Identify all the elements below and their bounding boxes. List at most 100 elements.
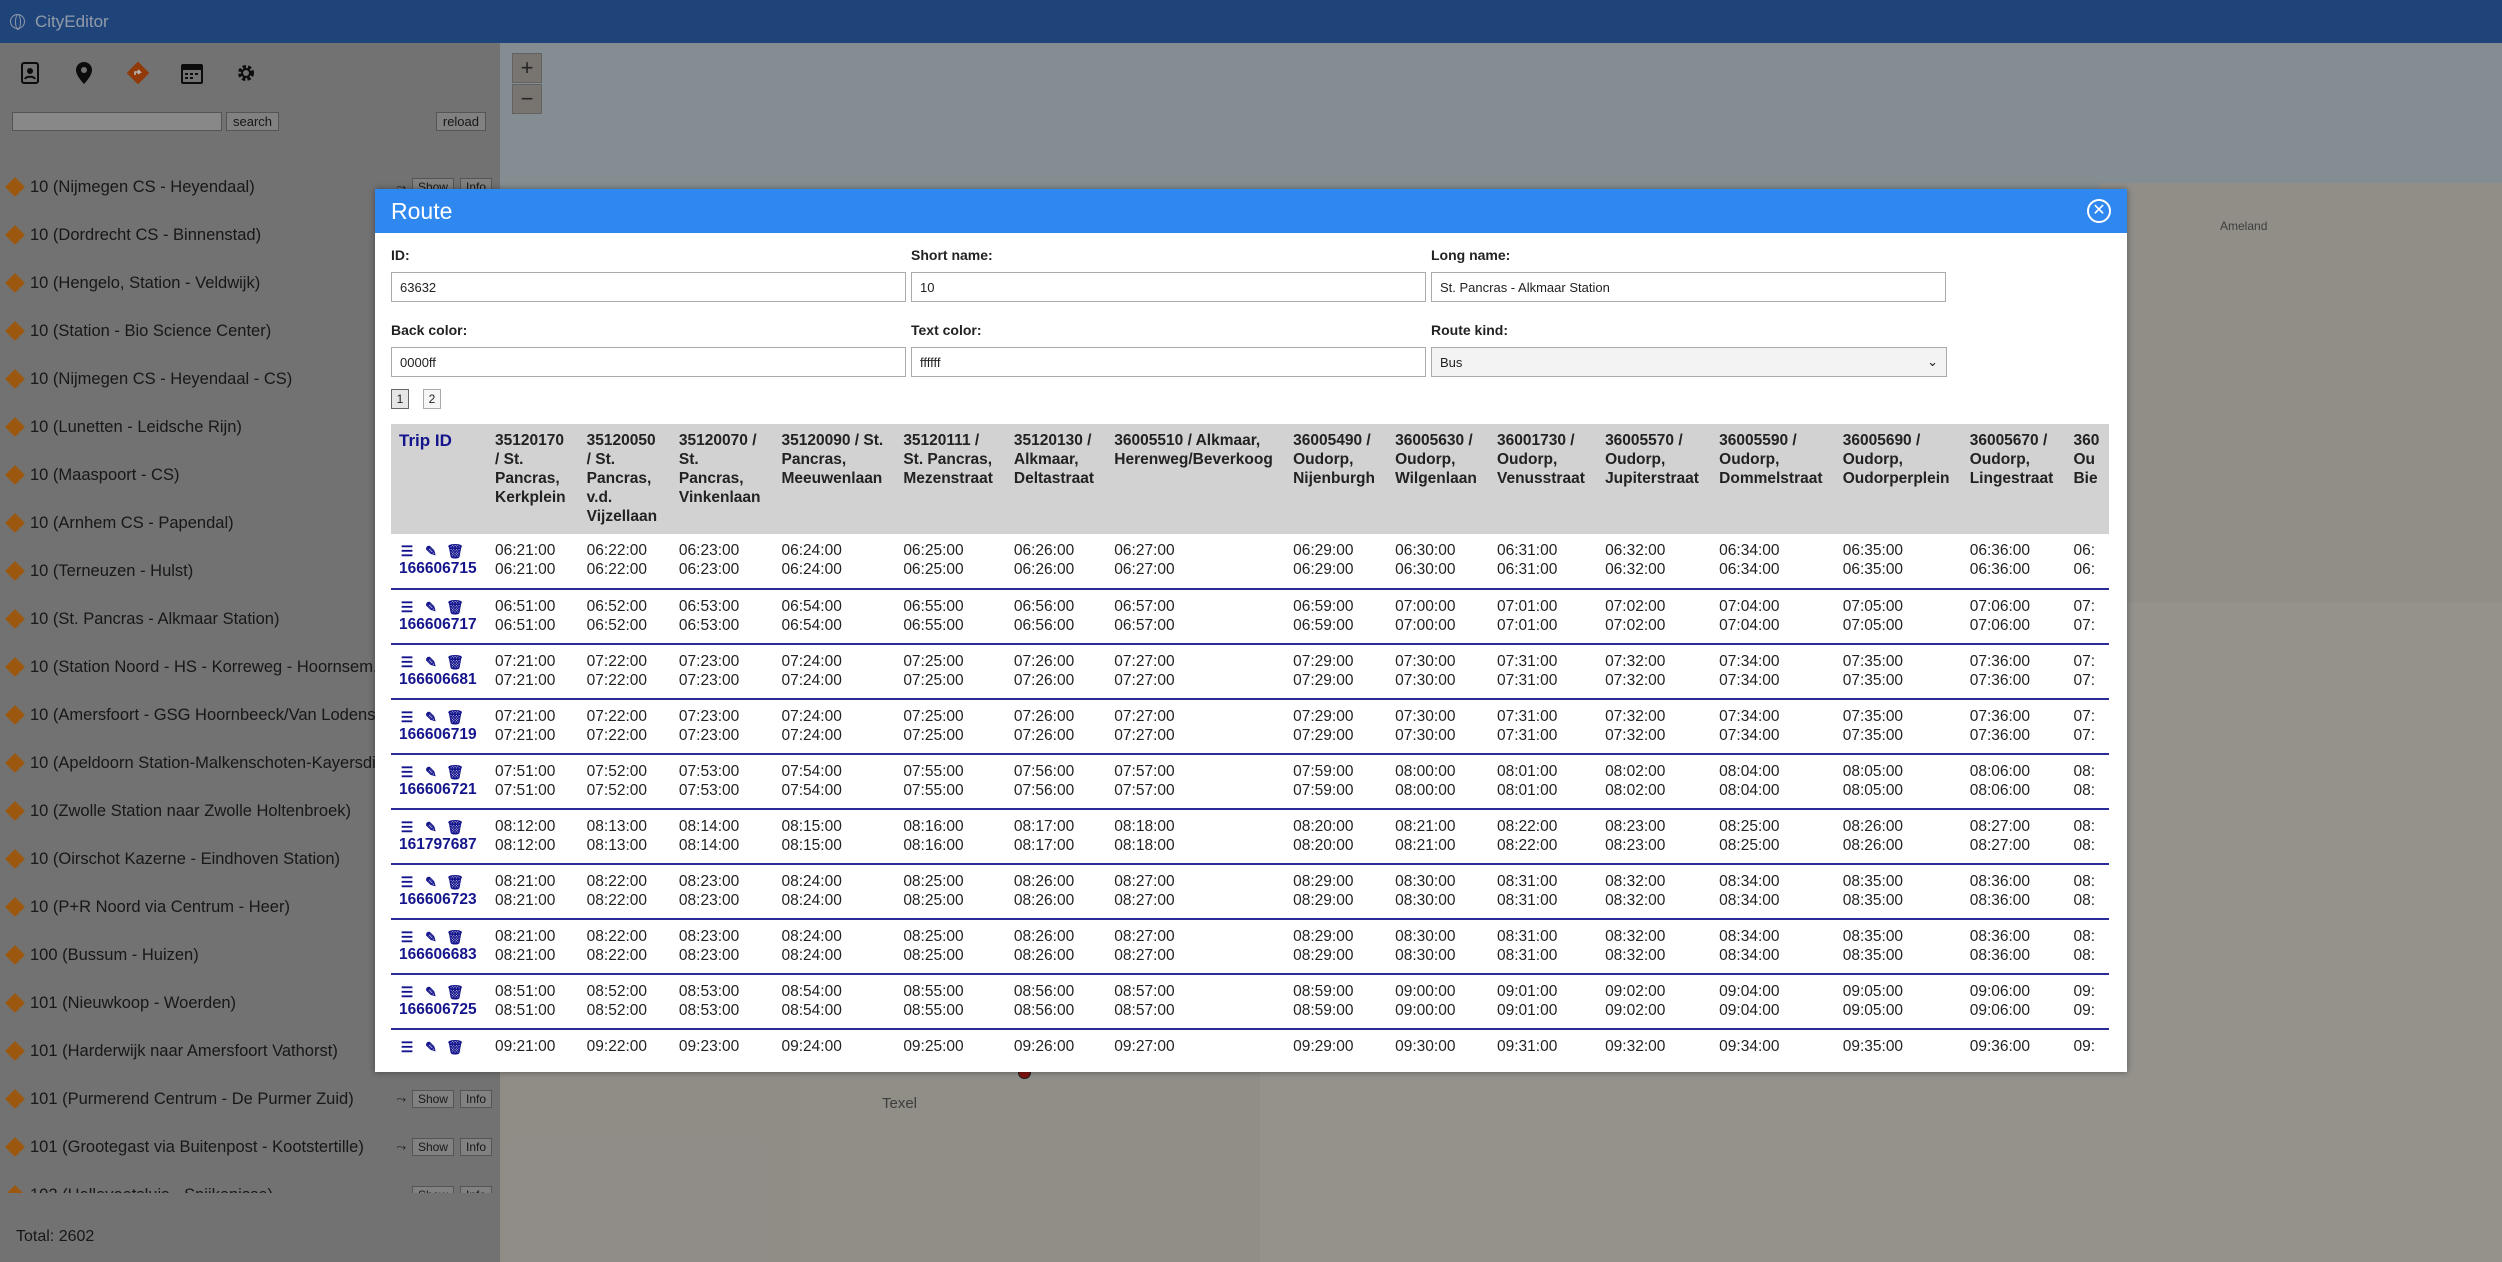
trip-id-cell: ☰ ✎ 🗑 166606715 xyxy=(391,534,487,590)
departure-time: 07:30:00 xyxy=(1395,672,1456,689)
departure-time: 08: xyxy=(2073,782,2096,799)
trash-icon[interactable]: 🗑 xyxy=(446,819,464,835)
route-kind-select[interactable]: Bus ⌄ xyxy=(1431,347,1947,377)
time-cell: 09:24:00 xyxy=(774,1029,896,1066)
arrival-time: 08: xyxy=(2073,873,2096,890)
trash-icon[interactable]: 🗑 xyxy=(446,764,464,780)
time-cell: 08:25:00 08:25:00 xyxy=(895,919,1006,975)
arrival-time: 08:34:00 xyxy=(1719,873,1780,890)
trash-icon[interactable]: 🗑 xyxy=(446,929,464,945)
long-name-field[interactable]: St. Pancras - Alkmaar Station xyxy=(1431,272,1946,302)
arrival-time: 07:30:00 xyxy=(1395,653,1456,670)
time-cell: 08:22:00 08:22:00 xyxy=(578,864,671,920)
arrival-time: 08:26:00 xyxy=(1013,928,1075,945)
edit-icon[interactable]: ✎ xyxy=(423,929,439,945)
short-name-field[interactable]: 10 xyxy=(911,272,1426,302)
time-cell: 08:26:00 08:26:00 xyxy=(1005,864,1107,920)
departure-time: 06:54:00 xyxy=(781,617,842,634)
time-cell: 07:55:00 07:55:00 xyxy=(895,754,1006,810)
arrival-time: 08:23:00 xyxy=(1605,818,1666,835)
time-cell: 09:36:00 xyxy=(1962,1029,2066,1066)
departure-time: 08:31:00 xyxy=(1496,947,1558,964)
arrival-time: 07:26:00 xyxy=(1013,708,1075,725)
trash-icon[interactable]: 🗑 xyxy=(446,874,464,890)
arrival-time: 07: xyxy=(2073,653,2096,670)
time-cell: 06:34:00 06:34:00 xyxy=(1711,534,1835,590)
trip-actions: ☰ ✎ 🗑 xyxy=(399,929,479,945)
trip-id-header[interactable]: Trip ID xyxy=(391,424,487,534)
table-row: ☰ ✎ 🗑 166606719 07:21:00 07:21:00 07:22:00 07:2… xyxy=(391,699,2109,755)
trash-icon[interactable]: 🗑 xyxy=(446,599,464,615)
arrival-time: 08:18:00 xyxy=(1114,818,1175,835)
arrival-time: 06:59:00 xyxy=(1293,598,1354,615)
arrival-time: 08:16:00 xyxy=(903,818,964,835)
trash-icon[interactable]: 🗑 xyxy=(446,709,464,725)
arrival-time: 07: xyxy=(2073,598,2096,615)
trash-icon[interactable]: 🗑 xyxy=(446,543,464,559)
time-cell: 08:35:00 08:35:00 xyxy=(1834,864,1962,920)
text-color-field[interactable]: ffffff xyxy=(911,347,1426,377)
arrival-time: 08:25:00 xyxy=(903,928,964,945)
departure-time: 08:53:00 xyxy=(678,1002,740,1019)
edit-icon[interactable]: ✎ xyxy=(423,1039,439,1055)
time-cell: 07:25:00 07:25:00 xyxy=(895,699,1006,755)
trash-icon[interactable]: 🗑 xyxy=(446,654,464,670)
arrival-time: 09:02:00 xyxy=(1605,983,1666,1000)
time-cell: 06:30:00 06:30:00 xyxy=(1387,534,1489,590)
list-icon[interactable]: ☰ xyxy=(399,764,415,780)
list-icon[interactable]: ☰ xyxy=(399,709,415,725)
back-color-field[interactable]: 0000ff xyxy=(391,347,906,377)
trash-icon[interactable]: 🗑 xyxy=(446,1039,464,1055)
departure-time: 06:24:00 xyxy=(781,561,842,578)
edit-icon[interactable]: ✎ xyxy=(423,599,439,615)
list-icon[interactable]: ☰ xyxy=(399,1039,415,1055)
time-cell: 08:35:00 08:35:00 xyxy=(1834,919,1962,975)
departure-time: 08:06:00 xyxy=(1969,782,2031,799)
list-icon[interactable]: ☰ xyxy=(399,929,415,945)
edit-icon[interactable]: ✎ xyxy=(423,984,439,1000)
trip-id: 166606681 xyxy=(399,671,477,688)
time-cell: 08:23:00 08:23:00 xyxy=(670,864,774,920)
table-row: ☰ ✎ 🗑 166606715 06:21:00 06:21:00 06:22:00 06:2… xyxy=(391,534,2109,590)
id-field[interactable]: 63632 xyxy=(391,272,906,302)
departure-time: 08:57:00 xyxy=(1114,1002,1175,1019)
list-icon[interactable]: ☰ xyxy=(399,874,415,890)
list-icon[interactable]: ☰ xyxy=(399,654,415,670)
list-icon[interactable]: ☰ xyxy=(399,543,415,559)
departure-time: 06:59:00 xyxy=(1293,617,1354,634)
time-cell: 09:04:00 09:04:00 xyxy=(1711,974,1835,1030)
route-kind-value: Bus xyxy=(1440,354,1463,370)
edit-icon[interactable]: ✎ xyxy=(423,819,439,835)
edit-icon[interactable]: ✎ xyxy=(423,874,439,890)
list-icon[interactable]: ☰ xyxy=(399,984,415,1000)
trash-icon[interactable]: 🗑 xyxy=(446,984,464,1000)
edit-icon[interactable]: ✎ xyxy=(423,543,439,559)
departure-time: 06:31:00 xyxy=(1496,561,1558,578)
time-cell: 07:53:00 07:53:00 xyxy=(670,754,774,810)
arrival-time: 08:25:00 xyxy=(1719,818,1780,835)
page-2-button[interactable]: 2 xyxy=(423,389,441,409)
departure-time: 07: xyxy=(2073,727,2096,744)
arrival-time: 07:35:00 xyxy=(1842,708,1904,725)
departure-time: 08:16:00 xyxy=(903,837,964,854)
trip-actions: ☰ ✎ 🗑 xyxy=(399,874,479,890)
page-1-button[interactable]: 1 xyxy=(391,389,409,409)
arrival-time: 08:53:00 xyxy=(678,983,740,1000)
edit-icon[interactable]: ✎ xyxy=(423,709,439,725)
close-icon[interactable]: ✕ xyxy=(2087,199,2111,223)
trips-table-wrapper[interactable]: Trip ID 35120170 / St. Pancras, Kerkplein… xyxy=(391,424,2109,1066)
arrival-time: 07:32:00 xyxy=(1605,708,1666,725)
edit-icon[interactable]: ✎ xyxy=(423,764,439,780)
arrival-time: 09: xyxy=(2073,983,2096,1000)
time-cell: 07:21:00 07:21:00 xyxy=(487,644,579,700)
edit-icon[interactable]: ✎ xyxy=(423,654,439,670)
list-icon[interactable]: ☰ xyxy=(399,819,415,835)
arrival-time: 09: xyxy=(2073,1038,2096,1055)
time-cell: 07:30:00 07:30:00 xyxy=(1387,644,1489,700)
stop-column-header: 36005590 / Oudorp, Dommelstraat xyxy=(1711,424,1835,534)
list-icon[interactable]: ☰ xyxy=(399,599,415,615)
arrival-time: 06:23:00 xyxy=(678,542,740,559)
stop-column-header: 35120070 / St. Pancras, Vinkenlaan xyxy=(670,424,774,534)
departure-time: 07:57:00 xyxy=(1114,782,1175,799)
table-row: ☰ ✎ 🗑 166606717 06:51:00 06:51:00 06:52:00 06:5… xyxy=(391,589,2109,645)
